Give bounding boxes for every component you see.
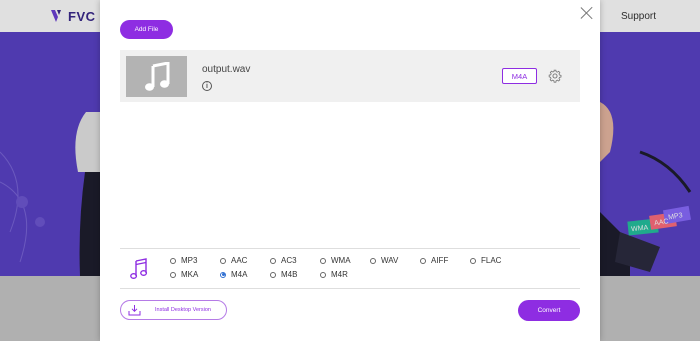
- format-option-m4b[interactable]: M4B: [270, 270, 297, 279]
- output-format-badge[interactable]: M4A: [502, 68, 537, 84]
- format-selector: MP3 AAC AC3 WMA WAV AIFF FLAC MKA M4A M4…: [120, 248, 580, 289]
- format-option-wma[interactable]: WMA: [320, 256, 351, 265]
- format-option-aac[interactable]: AAC: [220, 256, 247, 265]
- close-icon[interactable]: [580, 6, 594, 20]
- music-note-icon: [144, 61, 169, 91]
- radio-m4a[interactable]: [220, 271, 226, 278]
- gear-icon[interactable]: [548, 69, 562, 83]
- music-note-icon: [130, 258, 148, 279]
- radio-ac3[interactable]: [270, 257, 276, 264]
- radio-m4r[interactable]: [320, 271, 326, 278]
- format-option-m4a[interactable]: M4A: [220, 270, 247, 279]
- format-option-aiff[interactable]: AIFF: [420, 256, 448, 265]
- radio-wav[interactable]: [370, 257, 376, 264]
- hero-illustration-right: WMA AAC MP3: [600, 102, 692, 276]
- radio-wma[interactable]: [320, 257, 326, 264]
- file-thumbnail: [126, 56, 187, 97]
- radio-mka[interactable]: [170, 271, 176, 278]
- install-desktop-label: Install Desktop Version: [155, 307, 211, 313]
- add-file-button[interactable]: Add File: [120, 20, 173, 39]
- format-option-mka[interactable]: MKA: [170, 270, 198, 279]
- format-option-flac[interactable]: FLAC: [470, 256, 501, 265]
- logo-text: FVC: [68, 8, 96, 24]
- install-desktop-button[interactable]: Install Desktop Version: [120, 300, 227, 320]
- hero-illustration-left: [0, 112, 100, 276]
- format-option-m4r[interactable]: M4R: [320, 270, 348, 279]
- radio-aac[interactable]: [220, 257, 226, 264]
- radio-mp3[interactable]: [170, 257, 176, 264]
- file-list-item: output.wav i M4A: [120, 50, 580, 102]
- converter-dialog: Add File output.wav i M4A MP3 AAC AC3 WM…: [100, 0, 600, 341]
- site-logo[interactable]: FVC: [50, 8, 96, 24]
- format-option-mp3[interactable]: MP3: [170, 256, 197, 265]
- download-icon: [128, 305, 141, 316]
- logo-icon: [51, 10, 61, 22]
- radio-aiff[interactable]: [420, 257, 426, 264]
- radio-m4b[interactable]: [270, 271, 276, 278]
- radio-flac[interactable]: [470, 257, 476, 264]
- format-option-ac3[interactable]: AC3: [270, 256, 297, 265]
- format-option-wav[interactable]: WAV: [370, 256, 398, 265]
- info-icon[interactable]: i: [202, 81, 212, 91]
- file-name: output.wav: [202, 64, 251, 75]
- convert-button[interactable]: Convert: [518, 300, 580, 321]
- nav-support-link[interactable]: Support: [621, 11, 656, 22]
